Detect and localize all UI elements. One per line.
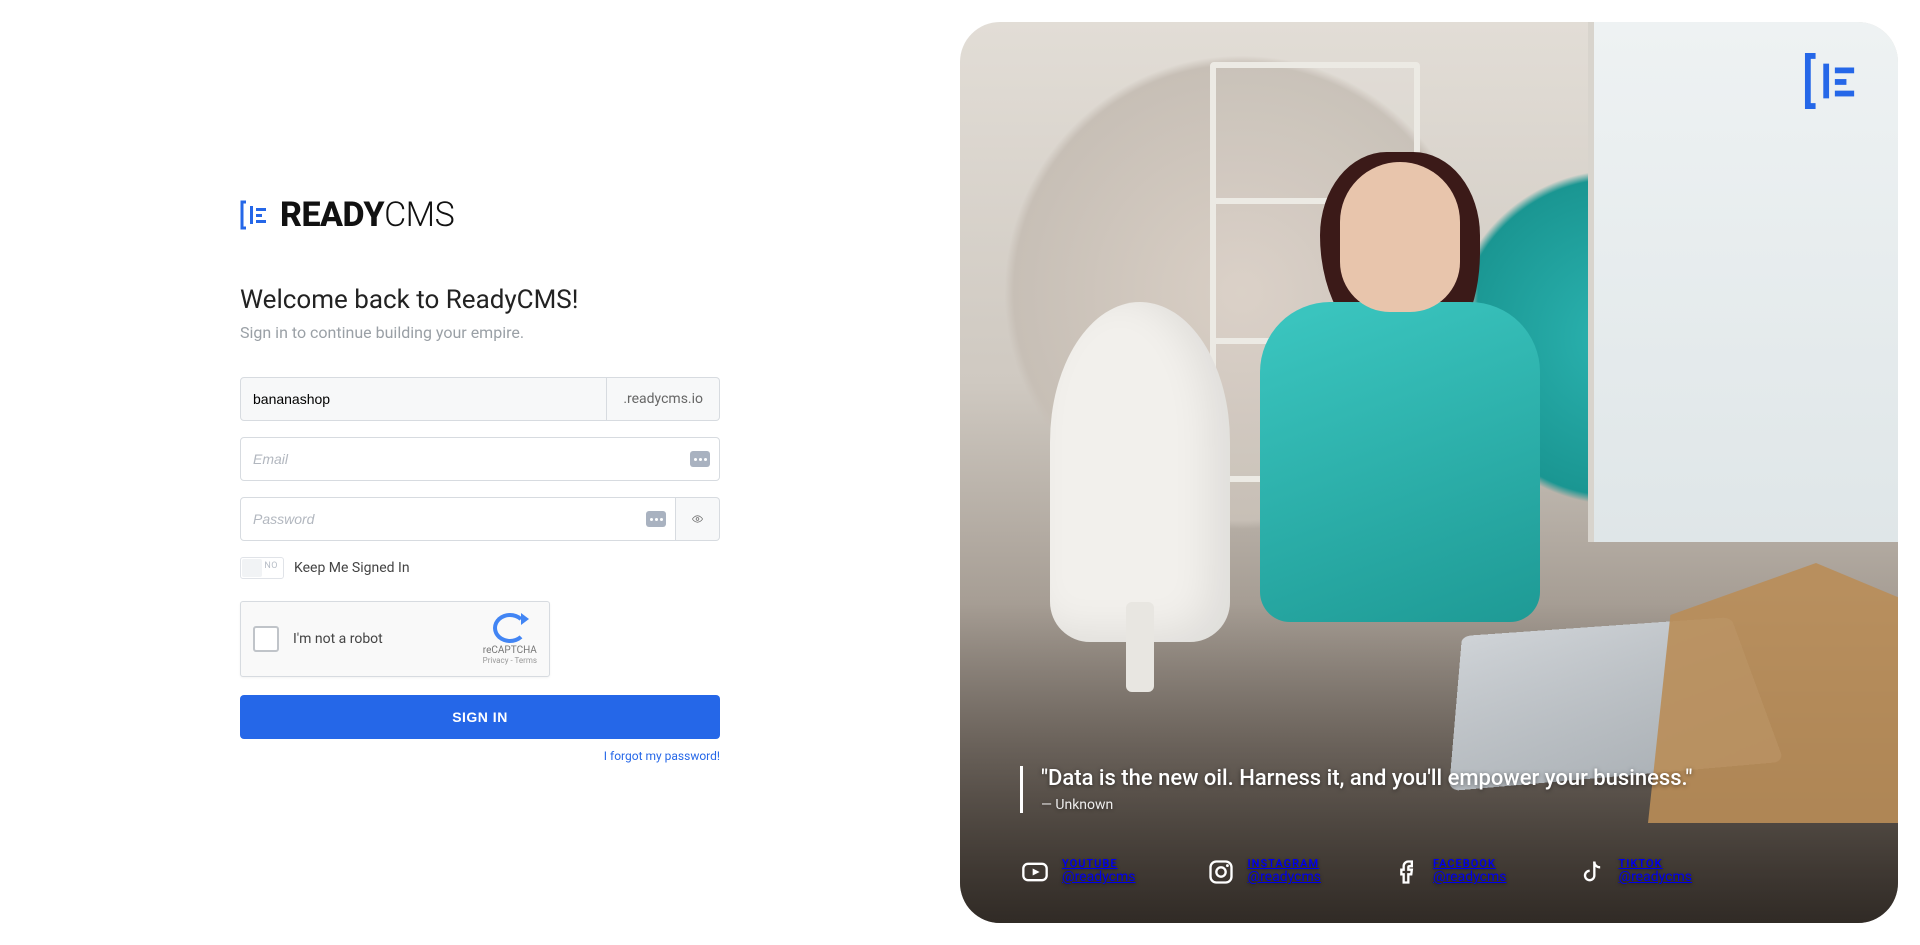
hero-panel: "Data is the new oil. Harness it, and yo… — [960, 0, 1920, 945]
domain-field-row: .readycms.io — [240, 377, 720, 421]
social-handle: @readycms — [1248, 870, 1322, 885]
recaptcha-logo-icon — [493, 613, 527, 643]
hero-image: "Data is the new oil. Harness it, and yo… — [960, 22, 1898, 923]
keep-signed-row: NO Keep Me Signed In — [240, 557, 720, 579]
quote-text: "Data is the new oil. Harness it, and yo… — [1041, 766, 1692, 791]
youtube-icon — [1020, 857, 1050, 887]
quote-author: — Unknown — [1041, 797, 1692, 813]
social-handle: @readycms — [1619, 870, 1693, 885]
email-input[interactable] — [240, 437, 720, 481]
signin-button[interactable]: SIGN IN — [240, 695, 720, 739]
login-panel: READYCMS Welcome back to ReadyCMS! Sign … — [0, 0, 960, 945]
recaptcha-terms: Privacy - Terms — [483, 656, 537, 665]
password-field-row — [240, 497, 720, 541]
email-field-row — [240, 437, 720, 481]
facebook-icon — [1391, 857, 1421, 887]
social-youtube[interactable]: YOUTUBE @readycms — [1020, 857, 1136, 887]
toggle-password-visibility[interactable] — [676, 497, 720, 541]
social-links: YOUTUBE @readycms INSTAGRAM @readycms — [1020, 857, 1692, 887]
brand-logo-icon — [240, 200, 268, 230]
tiktok-icon — [1577, 857, 1607, 887]
social-handle: @readycms — [1433, 870, 1507, 885]
social-facebook[interactable]: FACEBOOK @readycms — [1391, 857, 1507, 887]
recaptcha-label: I'm not a robot — [293, 631, 483, 647]
keep-signed-toggle[interactable]: NO — [240, 557, 284, 579]
keep-signed-label: Keep Me Signed In — [294, 560, 410, 576]
domain-suffix: .readycms.io — [607, 377, 720, 421]
instagram-icon — [1206, 857, 1236, 887]
recaptcha-widget: I'm not a robot reCAPTCHA Privacy - Term… — [240, 601, 550, 677]
recaptcha-branding: reCAPTCHA Privacy - Terms — [483, 613, 537, 665]
page-subtitle: Sign in to continue building your empire… — [240, 323, 720, 342]
social-tiktok[interactable]: TIKTOK @readycms — [1577, 857, 1693, 887]
page-title: Welcome back to ReadyCMS! — [240, 285, 720, 315]
social-instagram[interactable]: INSTAGRAM @readycms — [1206, 857, 1322, 887]
brand-name: READYCMS — [280, 195, 454, 235]
hero-person-shape — [1250, 162, 1550, 682]
forgot-password-link[interactable]: I forgot my password! — [240, 749, 720, 763]
recaptcha-checkbox[interactable] — [253, 626, 279, 652]
autofill-hint-icon — [646, 511, 666, 527]
domain-input[interactable] — [240, 377, 607, 421]
brand-name-thin: CMS — [384, 195, 454, 235]
password-input[interactable] — [240, 497, 676, 541]
autofill-hint-icon — [690, 451, 710, 467]
eye-icon — [692, 510, 703, 528]
hero-mannequin-shape — [1050, 302, 1230, 642]
corner-logo-icon — [1804, 52, 1858, 114]
toggle-state-text: NO — [264, 561, 278, 571]
recaptcha-brand: reCAPTCHA — [483, 645, 537, 656]
social-handle: @readycms — [1062, 870, 1136, 885]
brand: READYCMS — [240, 195, 720, 235]
brand-name-bold: READY — [280, 195, 384, 235]
login-form: READYCMS Welcome back to ReadyCMS! Sign … — [240, 195, 720, 763]
hero-quote: "Data is the new oil. Harness it, and yo… — [1020, 766, 1692, 813]
